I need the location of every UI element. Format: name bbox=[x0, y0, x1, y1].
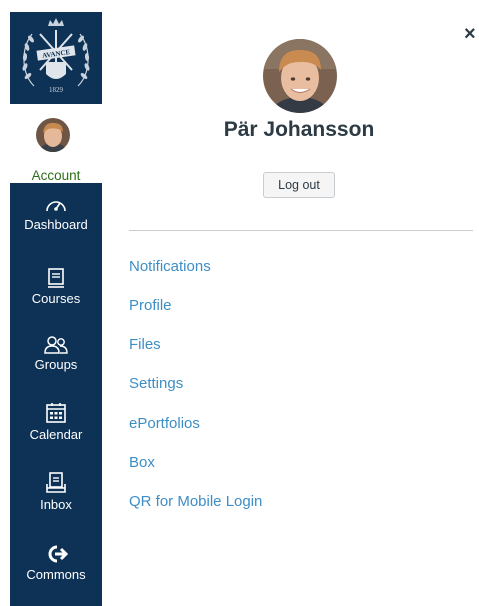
dashboard-gauge-icon bbox=[46, 201, 66, 212]
nav-commons[interactable]: Commons bbox=[10, 543, 102, 582]
link-files[interactable]: Files bbox=[129, 336, 161, 353]
link-profile[interactable]: Profile bbox=[129, 297, 172, 314]
kth-logo-link[interactable]: AVANCE 1829 bbox=[10, 12, 102, 104]
nav-inbox[interactable]: Inbox bbox=[10, 471, 102, 512]
commons-arrow-icon bbox=[48, 545, 68, 563]
nav-dashboard-label: Dashboard bbox=[24, 217, 88, 232]
link-settings[interactable]: Settings bbox=[129, 375, 183, 392]
nav-account[interactable]: Account bbox=[10, 104, 102, 183]
nav-menu: Dashboard Courses Groups Calendar Inbox … bbox=[10, 183, 102, 606]
groups-people-icon bbox=[44, 336, 68, 354]
divider bbox=[129, 230, 473, 231]
courses-book-icon bbox=[48, 268, 64, 288]
nav-calendar[interactable]: Calendar bbox=[10, 401, 102, 442]
nav-commons-label: Commons bbox=[26, 567, 86, 582]
inbox-tray-icon bbox=[46, 472, 66, 493]
nav-inbox-label: Inbox bbox=[40, 497, 72, 512]
seal-year-text: 1829 bbox=[49, 86, 64, 94]
kth-seal-logo-icon: AVANCE 1829 bbox=[22, 18, 90, 94]
close-tray-button[interactable]: × bbox=[464, 24, 476, 44]
nav-groups[interactable]: Groups bbox=[10, 335, 102, 372]
global-navigation: AVANCE 1829 Account Dashboard Courses Gr… bbox=[10, 12, 102, 606]
account-label: Account bbox=[31, 168, 81, 183]
profile-avatar bbox=[263, 39, 337, 113]
link-box[interactable]: Box bbox=[129, 454, 155, 471]
user-name: Pär Johansson bbox=[223, 118, 375, 141]
link-qr-mobile-login[interactable]: QR for Mobile Login bbox=[129, 493, 262, 510]
nav-courses[interactable]: Courses bbox=[10, 267, 102, 306]
nav-courses-label: Courses bbox=[31, 291, 81, 306]
link-notifications[interactable]: Notifications bbox=[129, 258, 211, 275]
user-photo-icon bbox=[263, 39, 337, 113]
nav-calendar-label: Calendar bbox=[29, 427, 83, 442]
logout-button[interactable]: Log out bbox=[263, 172, 335, 198]
nav-groups-label: Groups bbox=[34, 357, 78, 372]
account-avatar bbox=[36, 118, 70, 152]
user-avatar-icon bbox=[36, 118, 70, 152]
link-eportfolios[interactable]: ePortfolios bbox=[129, 415, 200, 432]
nav-dashboard[interactable]: Dashboard bbox=[10, 195, 102, 232]
calendar-icon bbox=[46, 403, 66, 423]
